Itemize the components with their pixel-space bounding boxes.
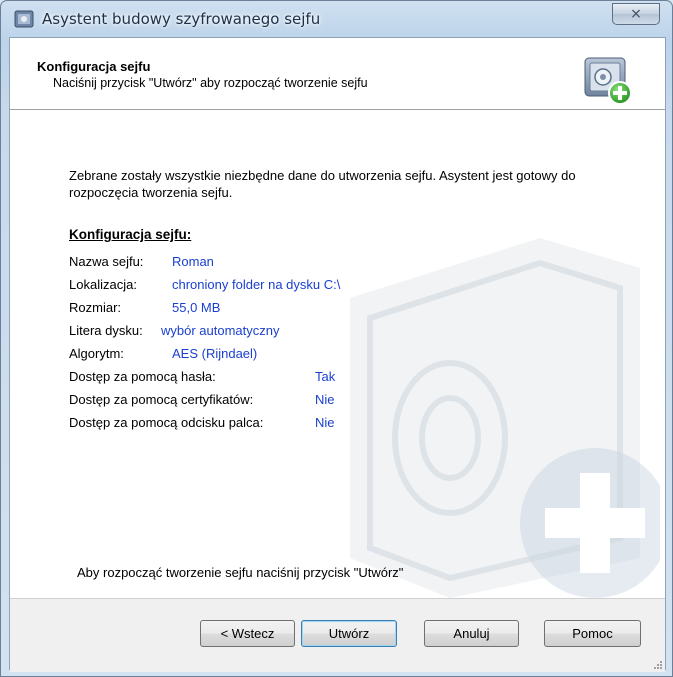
config-row-location: Lokalizacja: chroniony folder na dysku C…: [69, 277, 340, 292]
config-value: Nie: [315, 415, 335, 430]
config-row-name: Nazwa sejfu: Roman: [69, 254, 214, 269]
wizard-header: Konfiguracja sejfu Naciśnij przycisk "Ut…: [10, 38, 665, 110]
wizard-window: Asystent budowy szyfrowanego sejfu ⨯ Kon…: [0, 0, 673, 677]
create-button[interactable]: Utwórz: [301, 620, 397, 647]
config-label: Lokalizacja:: [69, 277, 137, 292]
config-row-fingerprint-access: Dostęp za pomocą odcisku palca: Nie: [69, 415, 335, 430]
config-label: Dostęp za pomocą hasła:: [69, 369, 216, 384]
config-row-drive-letter: Litera dysku: wybór automatyczny: [69, 323, 280, 338]
config-row-size: Rozmiar: 55,0 MB: [69, 300, 220, 315]
wizard-body: Zebrane zostały wszystkie niezbędne dane…: [10, 110, 665, 598]
intro-text: Zebrane zostały wszystkie niezbędne dane…: [69, 168, 576, 200]
title-bar[interactable]: Asystent budowy szyfrowanego sejfu ⨯: [1, 1, 672, 37]
config-label: Dostęp za pomocą certyfikatów:: [69, 392, 254, 407]
config-label: Dostęp za pomocą odcisku palca:: [69, 415, 264, 430]
wizard-client: Konfiguracja sejfu Naciśnij przycisk "Ut…: [9, 37, 666, 672]
resize-grip-icon[interactable]: [652, 659, 662, 669]
config-label: Nazwa sejfu:: [69, 254, 144, 269]
config-value: Tak: [315, 369, 336, 384]
config-row-password-access: Dostęp za pomocą hasła: Tak: [69, 369, 335, 384]
safe-add-icon: [584, 57, 632, 105]
config-label: Algorytm:: [69, 346, 124, 361]
button-bar: < Wstecz Utwórz Anuluj Pomoc: [10, 598, 665, 672]
config-row-algorithm: Algorytm: AES (Rijndael): [69, 346, 257, 361]
close-icon: ⨯: [630, 6, 642, 22]
config-value: AES (Rijndael): [172, 346, 258, 361]
config-section-title: Konfiguracja sejfu:: [69, 227, 192, 242]
safe-app-icon: [14, 10, 34, 28]
close-button[interactable]: ⨯: [612, 3, 660, 25]
page-subtitle: Naciśnij przycisk "Utwórz" aby rozpocząć…: [53, 76, 368, 90]
window-title: Asystent budowy szyfrowanego sejfu: [42, 10, 321, 28]
config-row-certificate-access: Dostęp za pomocą certyfikatów: Nie: [69, 392, 335, 407]
footer-instruction: Aby rozpocząć tworzenie sejfu naciśnij p…: [77, 565, 404, 580]
config-label: Litera dysku:: [69, 323, 143, 338]
config-value: wybór automatyczny: [161, 323, 280, 338]
safe-watermark-icon: [350, 238, 660, 598]
page-title: Konfiguracja sejfu: [37, 59, 151, 74]
config-value: chroniony folder na dysku C:\: [172, 277, 341, 292]
config-value: Roman: [172, 254, 214, 269]
config-value: Nie: [315, 392, 335, 407]
config-value: 55,0 MB: [172, 300, 221, 315]
cancel-button[interactable]: Anuluj: [424, 620, 519, 647]
back-button[interactable]: < Wstecz: [200, 620, 295, 647]
config-label: Rozmiar:: [69, 300, 122, 315]
help-button[interactable]: Pomoc: [544, 620, 641, 647]
